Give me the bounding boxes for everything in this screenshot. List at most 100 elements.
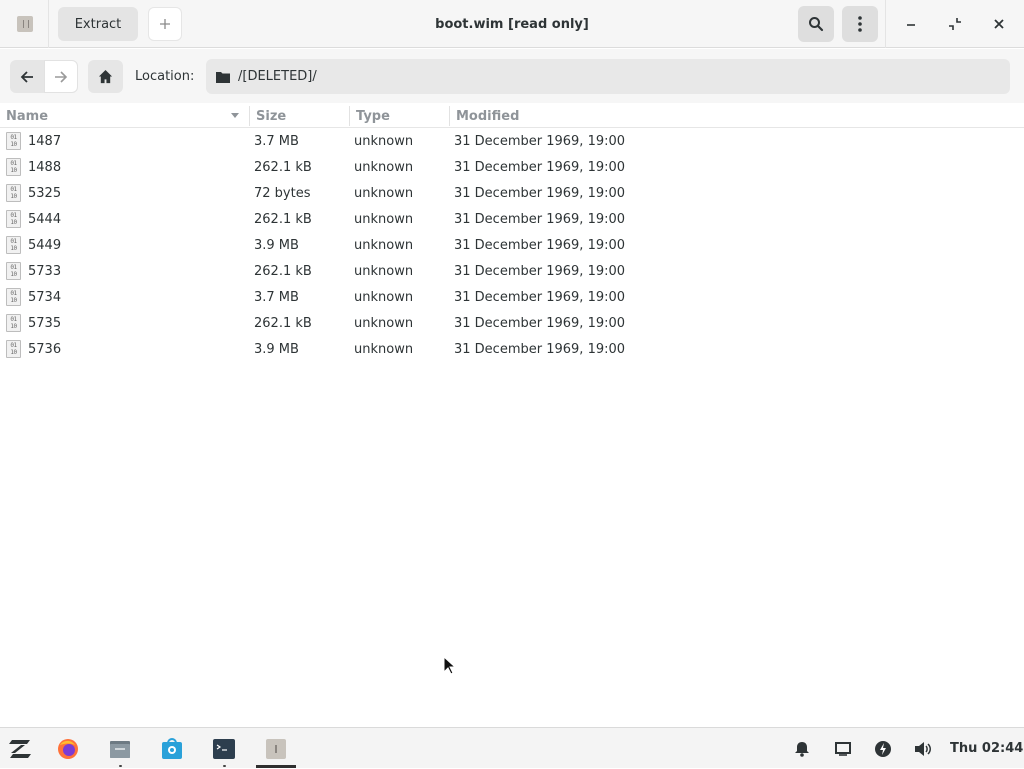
power-icon — [875, 741, 891, 757]
file-type: unknown — [354, 133, 414, 149]
file-icon-glyph: 01 — [10, 342, 17, 349]
terminal-icon — [213, 739, 235, 759]
file-type: unknown — [354, 263, 414, 279]
volume-button[interactable] — [911, 737, 935, 761]
file-icon-glyph: 01 — [10, 238, 17, 245]
file-modified: 31 December 1969, 19:00 — [454, 289, 626, 305]
file-row[interactable]: 01 10 1487 3.7 MB unknown 31 December 1969, 1… — [0, 128, 1024, 154]
file-type: unknown — [354, 289, 414, 305]
file-size: 262.1 kB — [254, 263, 312, 279]
binary-file-icon: 01 10 — [6, 340, 21, 358]
restore-icon — [949, 18, 961, 30]
file-icon-glyph: 10 — [10, 193, 17, 200]
notifications-button[interactable] — [790, 737, 814, 761]
file-row[interactable]: 01 10 5444 262.1 kB unknown 31 December 1969,… — [0, 206, 1024, 232]
file-size: 3.7 MB — [254, 133, 299, 149]
software-store-button[interactable] — [160, 737, 184, 761]
file-name: 5734 — [28, 289, 62, 305]
display-icon — [835, 742, 851, 756]
file-icon-glyph: 10 — [10, 245, 17, 252]
file-name: 5733 — [28, 263, 62, 279]
binary-file-icon: 01 10 — [6, 158, 21, 176]
file-row[interactable]: 01 10 5325 72 bytes unknown 31 December 1969,… — [0, 180, 1024, 206]
close-icon — [994, 19, 1004, 29]
plus-icon — [160, 19, 170, 29]
arrow-left-icon — [20, 70, 33, 83]
file-row[interactable]: 01 10 1488 262.1 kB unknown 31 December 1969,… — [0, 154, 1024, 180]
column-name-label: Name — [6, 108, 49, 124]
file-size: 262.1 kB — [254, 211, 312, 227]
search-icon — [809, 17, 824, 32]
sort-descending-icon — [231, 113, 239, 118]
file-modified: 31 December 1969, 19:00 — [454, 211, 626, 227]
add-files-button[interactable] — [148, 7, 182, 41]
file-modified: 31 December 1969, 19:00 — [454, 237, 626, 253]
firefox-button[interactable] — [56, 737, 80, 761]
close-button[interactable] — [983, 8, 1015, 40]
volume-icon — [915, 742, 931, 756]
forward-button[interactable] — [44, 60, 78, 93]
column-type-header[interactable]: Type — [356, 104, 446, 128]
file-modified: 31 December 1969, 19:00 — [454, 159, 626, 175]
file-icon-glyph: 10 — [10, 219, 17, 226]
header-separator — [885, 0, 886, 48]
binary-file-icon: 01 10 — [6, 210, 21, 228]
file-type: unknown — [354, 341, 414, 357]
mouse-pointer-icon — [443, 656, 455, 675]
zorin-menu-button[interactable] — [8, 737, 32, 761]
file-type: unknown — [354, 159, 414, 175]
file-row[interactable]: 01 10 5735 262.1 kB unknown 31 December 1969,… — [0, 310, 1024, 336]
binary-file-icon: 01 10 — [6, 184, 21, 202]
minimize-button[interactable] — [895, 8, 927, 40]
power-button[interactable] — [871, 737, 895, 761]
file-row[interactable]: 01 10 5733 262.1 kB unknown 31 December 1969,… — [0, 258, 1024, 284]
search-button[interactable] — [798, 6, 834, 42]
home-button[interactable] — [88, 60, 123, 93]
file-row[interactable]: 01 10 5449 3.9 MB unknown 31 December 1969, 1… — [0, 232, 1024, 258]
file-icon-glyph: 01 — [10, 212, 17, 219]
file-row[interactable]: 01 10 5734 3.7 MB unknown 31 December 1969, 1… — [0, 284, 1024, 310]
archive-manager-window: Extract boot.wim [read only] Location: /… — [0, 0, 1024, 727]
column-size-header[interactable]: Size — [256, 104, 346, 128]
file-icon-glyph: 10 — [10, 271, 17, 278]
files-button[interactable] — [108, 737, 132, 761]
archive-manager-button[interactable] — [264, 737, 288, 761]
file-type: unknown — [354, 185, 414, 201]
file-icon-glyph: 10 — [10, 141, 17, 148]
file-type: unknown — [354, 211, 414, 227]
location-label: Location: — [135, 69, 195, 84]
terminal-button[interactable] — [212, 737, 236, 761]
running-indicator — [119, 765, 122, 767]
binary-file-icon: 01 10 — [6, 288, 21, 306]
file-name: 5449 — [28, 237, 62, 253]
location-field[interactable]: /[DELETED]/ — [206, 59, 1010, 94]
binary-file-icon: 01 10 — [6, 314, 21, 332]
main-menu-button[interactable] — [842, 6, 878, 42]
column-name-header[interactable]: Name — [6, 104, 246, 128]
file-size: 3.7 MB — [254, 289, 299, 305]
display-button[interactable] — [831, 737, 855, 761]
binary-file-icon: 01 10 — [6, 236, 21, 254]
file-icon-glyph: 10 — [10, 349, 17, 356]
header-separator — [48, 0, 49, 48]
file-type: unknown — [354, 315, 414, 331]
file-modified: 31 December 1969, 19:00 — [454, 263, 626, 279]
extract-button[interactable]: Extract — [58, 7, 138, 41]
column-separator — [249, 106, 250, 126]
file-modified: 31 December 1969, 19:00 — [454, 315, 626, 331]
file-icon-glyph: 01 — [10, 316, 17, 323]
file-size: 262.1 kB — [254, 159, 312, 175]
file-icon-glyph: 10 — [10, 323, 17, 330]
restore-button[interactable] — [939, 8, 971, 40]
back-button[interactable] — [10, 60, 44, 93]
file-size: 3.9 MB — [254, 237, 299, 253]
file-type: unknown — [354, 237, 414, 253]
column-modified-header[interactable]: Modified — [456, 104, 656, 128]
file-icon-glyph: 10 — [10, 297, 17, 304]
file-size: 3.9 MB — [254, 341, 299, 357]
file-size: 262.1 kB — [254, 315, 312, 331]
clock[interactable]: Thu 02:44 — [950, 728, 1023, 769]
file-row[interactable]: 01 10 5736 3.9 MB unknown 31 December 1969, 1… — [0, 336, 1024, 362]
file-name: 1487 — [28, 133, 62, 149]
location-bar: Location: /[DELETED]/ — [0, 49, 1024, 103]
